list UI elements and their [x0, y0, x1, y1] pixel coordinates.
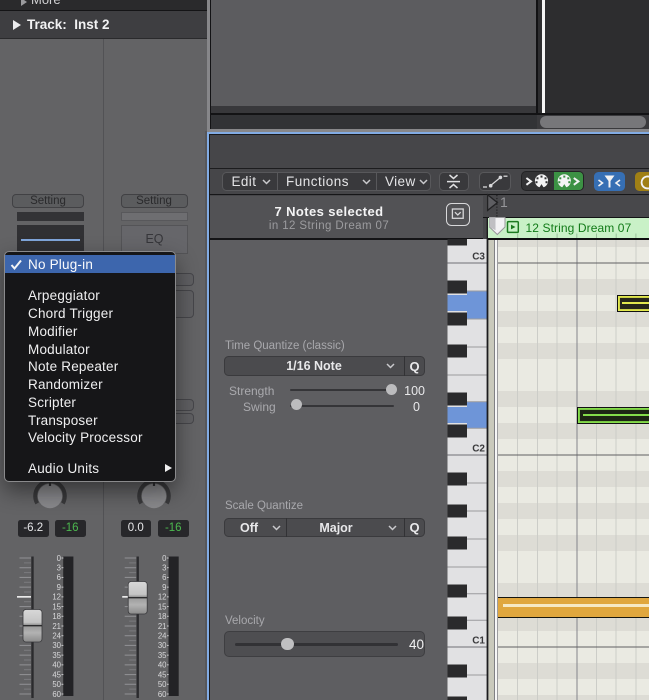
svg-text:C2: C2 — [472, 444, 485, 455]
svg-text:C3: C3 — [472, 252, 485, 263]
svg-text:C1: C1 — [472, 636, 485, 647]
